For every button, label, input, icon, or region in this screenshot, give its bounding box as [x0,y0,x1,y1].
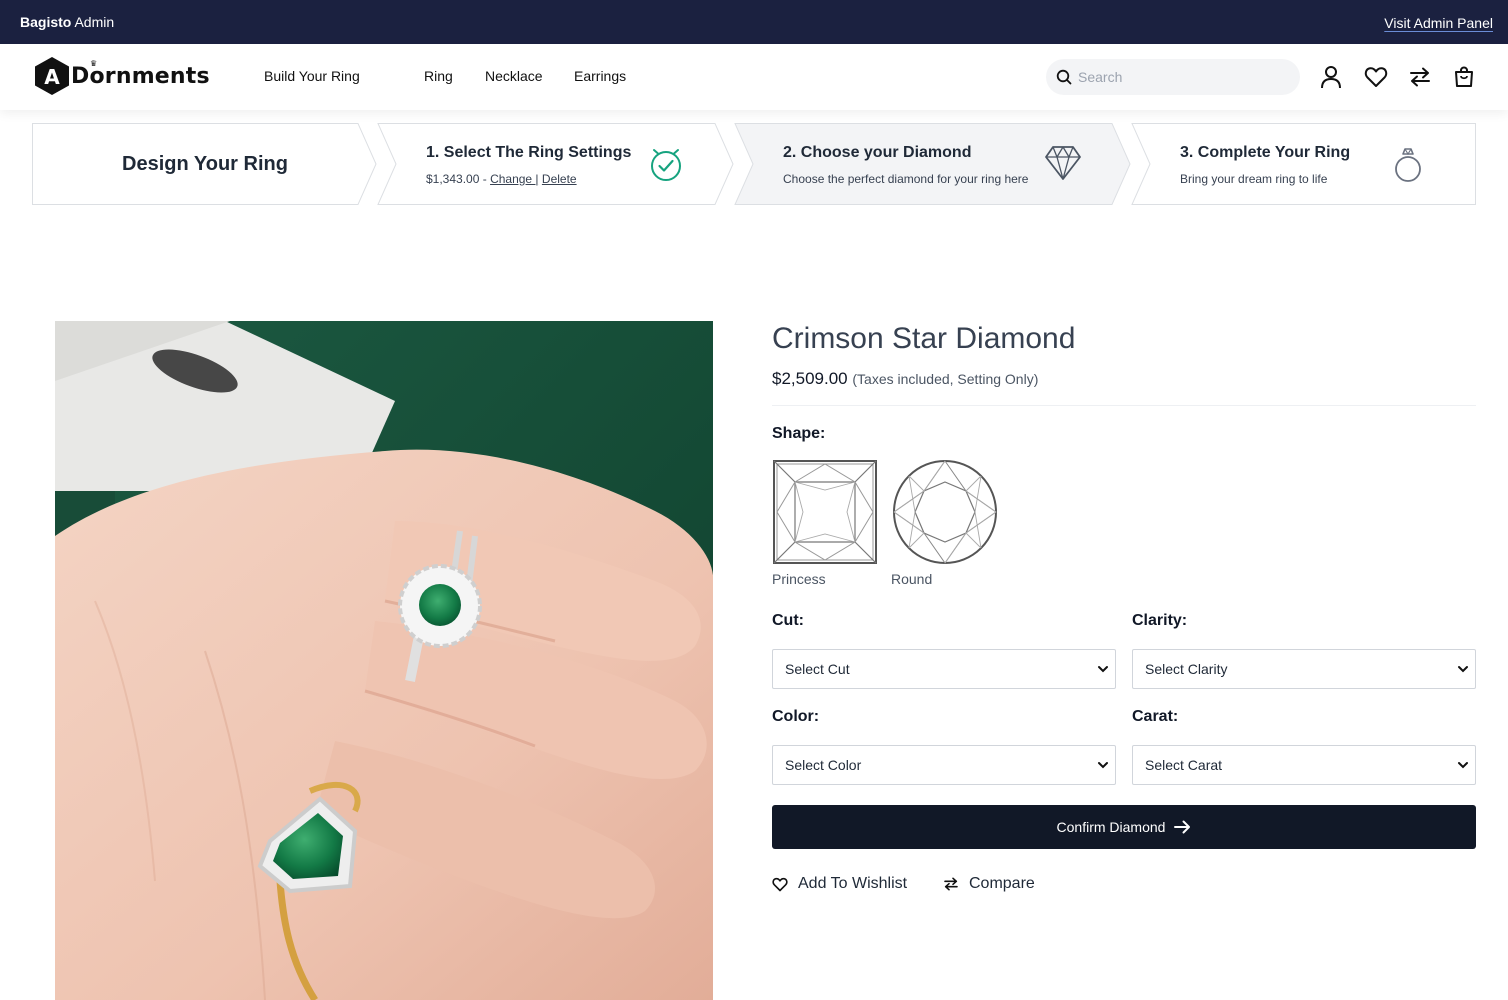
cut-select[interactable]: Select Cut [772,649,1116,689]
step-1-summary: $1,343.00 - Change | Delete [426,172,577,186]
product-title: Crimson Star Diamond [772,322,1076,355]
princess-cut-icon [773,460,877,564]
price-note: (Taxes included, Setting Only) [852,371,1039,387]
nav-necklace[interactable]: Necklace [485,68,543,84]
nav-earrings[interactable]: Earrings [574,68,626,84]
step-1-delete-link[interactable]: Delete [542,172,577,186]
compare-icon[interactable] [1407,64,1433,90]
chevron-down-icon [1458,762,1468,769]
carat-label: Carat: [1132,708,1179,725]
logo-crown-icon: ♛ [90,58,98,68]
carat-select[interactable]: Select Carat [1132,745,1476,785]
add-to-wishlist-button[interactable]: Add To Wishlist [772,875,907,893]
color-select[interactable]: Select Color [772,745,1116,785]
arrow-right-icon [1174,820,1191,834]
visit-admin-panel-link[interactable]: Visit Admin Panel [1384,15,1493,31]
chevron-down-icon [1098,666,1108,673]
compare-button[interactable]: Compare [943,875,1035,893]
color-label: Color: [772,708,820,725]
admin-brand: Bagisto Admin [20,14,115,30]
step-2-title[interactable]: 2. Choose your Diamond [783,144,971,162]
shape-name-round: Round [891,571,933,587]
diamond-icon [1045,146,1081,180]
confirm-diamond-button[interactable]: Confirm Diamond [772,805,1476,849]
shape-option-round[interactable] [893,460,997,564]
clarity-label: Clarity: [1132,612,1188,629]
step-2-subtitle: Choose the perfect diamond for your ring… [783,172,1029,186]
product-price: $2,509.00 (Taxes included, Setting Only) [772,369,1039,388]
heart-icon [772,877,788,891]
check-clock-icon [651,149,681,181]
ring-icon [1395,148,1421,182]
admin-bar: Bagisto Admin Visit Admin Panel [0,0,1508,44]
ring-builder-stepper: Design Your Ring 1. Select The Ring Sett… [32,123,1476,205]
clarity-select[interactable]: Select Clarity [1132,649,1476,689]
site-header: A ♛ Dornments Build Your Ring Ring Neckl… [0,44,1508,110]
site-logo[interactable]: A ♛ Dornments [33,56,210,96]
search-input[interactable] [1078,69,1278,85]
step-3-title[interactable]: 3. Complete Your Ring [1180,144,1350,162]
shape-label: Shape: [772,425,826,442]
wishlist-heart-icon[interactable] [1363,64,1389,90]
round-cut-icon [893,460,997,564]
nav-build-your-ring[interactable]: Build Your Ring [264,68,360,84]
compare-icon [944,877,958,891]
search-icon [1056,69,1072,85]
shape-name-princess: Princess [772,571,826,587]
design-your-ring-title: Design Your Ring [122,153,288,175]
ring-on-hand-photo [55,321,713,1000]
cut-label: Cut: [772,612,804,629]
chevron-down-icon [1098,762,1108,769]
user-icon[interactable] [1318,64,1344,90]
cart-bag-icon[interactable] [1451,64,1477,90]
svg-text:A: A [44,65,60,89]
step-1-change-link[interactable]: Change | [490,172,539,186]
search-box[interactable] [1046,59,1300,95]
logo-badge-icon: A [35,57,69,95]
step-3-subtitle: Bring your dream ring to life [1180,172,1328,186]
nav-ring[interactable]: Ring [424,68,453,84]
shape-option-princess[interactable] [773,460,877,564]
step-1-title[interactable]: 1. Select The Ring Settings [426,144,631,162]
product-image[interactable] [55,321,713,1000]
chevron-down-icon [1458,666,1468,673]
logo-wordmark: ♛ Dornments [71,58,210,89]
divider [772,405,1476,406]
